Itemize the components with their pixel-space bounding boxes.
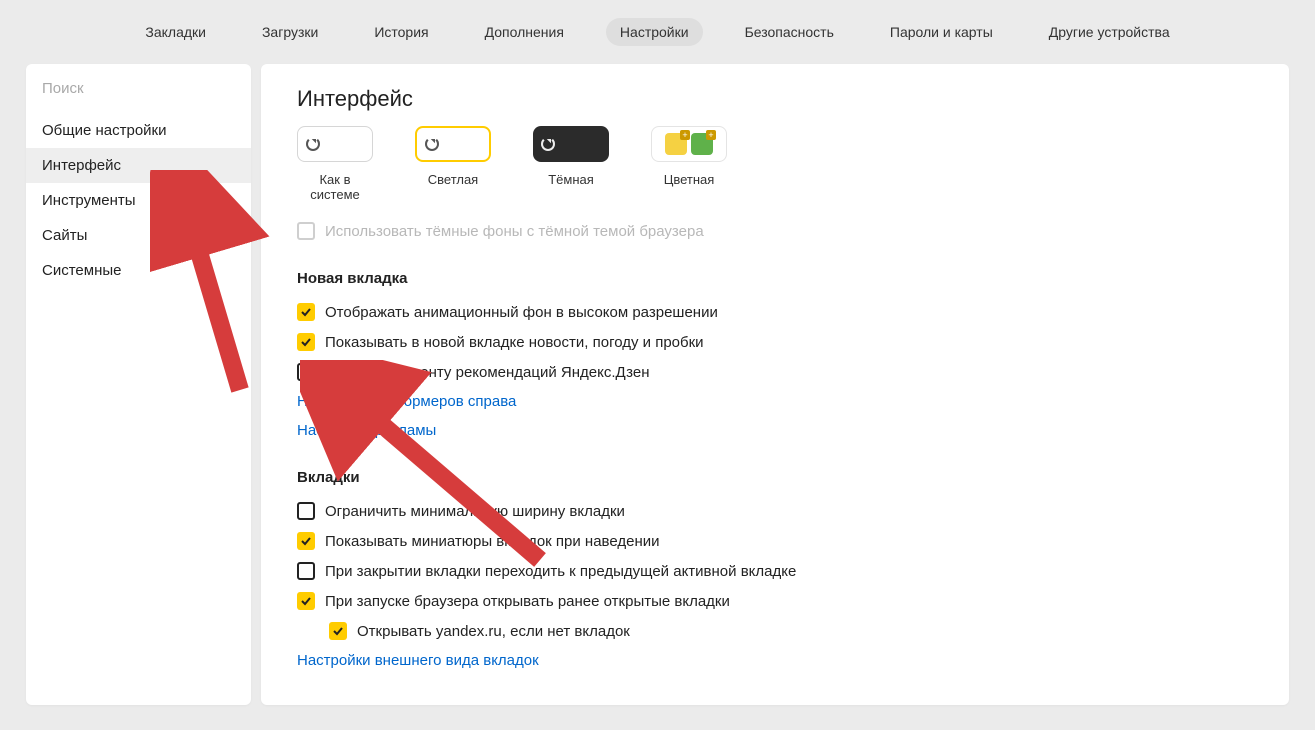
theme-system[interactable]: Как в системе: [297, 126, 373, 202]
newtab-opt1-checkbox[interactable]: [297, 333, 315, 351]
nav-history[interactable]: История: [360, 18, 442, 46]
nav-security[interactable]: Безопасность: [731, 18, 848, 46]
theme-system-label: Как в системе: [297, 172, 373, 202]
tabs-opt1-checkbox[interactable]: [297, 532, 315, 550]
tabs-opt1-label: Показывать миниатюры вкладок при наведен…: [325, 533, 660, 550]
nav-other-devices[interactable]: Другие устройства: [1035, 18, 1184, 46]
nav-settings[interactable]: Настройки: [606, 18, 703, 46]
section-tabs-title: Вкладки: [261, 445, 1289, 496]
sidebar-item-tools[interactable]: Инструменты: [26, 183, 251, 218]
tabs-subopt-checkbox[interactable]: [329, 622, 347, 640]
tabs-opt3-label: При запуске браузера открывать ранее отк…: [325, 593, 730, 610]
newtab-opt1-label: Показывать в новой вкладке новости, пого…: [325, 334, 704, 351]
dark-bg-label: Использовать тёмные фоны с тёмной темой …: [325, 223, 704, 240]
theme-color-label: Цветная: [664, 172, 715, 187]
tabs-subopt-label: Открывать yandex.ru, если нет вкладок: [357, 623, 630, 640]
tabs-opt0-checkbox[interactable]: [297, 502, 315, 520]
link-ads[interactable]: Настройки рекламы: [261, 416, 1289, 445]
section-newtab-title: Новая вкладка: [261, 246, 1289, 297]
nav-downloads[interactable]: Загрузки: [248, 18, 332, 46]
sidebar-item-sites[interactable]: Сайты: [26, 218, 251, 253]
newtab-opt2-label: Показывать ленту рекомендаций Яндекс.Дзе…: [325, 364, 650, 381]
theme-dark[interactable]: Тёмная: [533, 126, 609, 202]
newtab-opt0-checkbox[interactable]: [297, 303, 315, 321]
link-informers[interactable]: Настройки информеров справа: [261, 387, 1289, 416]
newtab-opt0-label: Отображать анимационный фон в высоком ра…: [325, 304, 718, 321]
nav-passwords[interactable]: Пароли и карты: [876, 18, 1007, 46]
main-panel: Интерфейс Как в системе Светлая Тёмная +…: [261, 64, 1289, 705]
search-input[interactable]: [42, 80, 235, 97]
tabs-opt0-label: Ограничить минимальную ширину вкладки: [325, 503, 625, 520]
nav-addons[interactable]: Дополнения: [471, 18, 578, 46]
sidebar-item-interface[interactable]: Интерфейс: [26, 148, 251, 183]
theme-row: Как в системе Светлая Тёмная + + Цветная: [261, 126, 1289, 202]
newtab-opt2-checkbox[interactable]: [297, 363, 315, 381]
dark-bg-checkbox: [297, 222, 315, 240]
sidebar-item-general[interactable]: Общие настройки: [26, 113, 251, 148]
theme-light[interactable]: Светлая: [415, 126, 491, 202]
link-tab-appearance[interactable]: Настройки внешнего вида вкладок: [261, 646, 1289, 675]
refresh-icon: [425, 137, 439, 151]
sidebar: Общие настройки Интерфейс Инструменты Са…: [26, 64, 251, 705]
tabs-opt3-checkbox[interactable]: [297, 592, 315, 610]
refresh-icon: [541, 137, 555, 151]
tabs-opt2-label: При закрытии вкладки переходить к предыд…: [325, 563, 796, 580]
theme-light-label: Светлая: [428, 172, 478, 187]
nav-bookmarks[interactable]: Закладки: [131, 18, 220, 46]
sidebar-item-system[interactable]: Системные: [26, 253, 251, 288]
tabs-opt2-checkbox[interactable]: [297, 562, 315, 580]
theme-dark-label: Тёмная: [548, 172, 594, 187]
refresh-icon: [306, 137, 320, 151]
theme-color[interactable]: + + Цветная: [651, 126, 727, 202]
top-nav: Закладки Загрузки История Дополнения Нас…: [0, 0, 1315, 64]
page-title: Интерфейс: [261, 64, 1289, 126]
